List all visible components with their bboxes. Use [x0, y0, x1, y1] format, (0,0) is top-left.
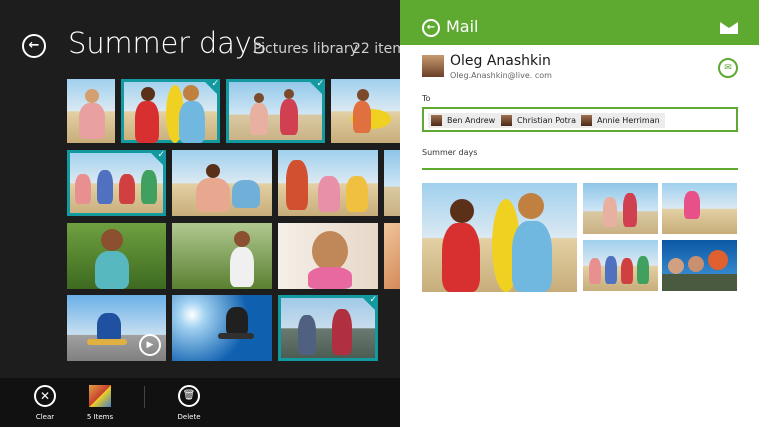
photo-tile[interactable]	[67, 79, 115, 143]
mail-title: Mail	[446, 17, 479, 36]
app-bar: ✕ Clear 5 Items 🗑 Delete	[0, 378, 400, 427]
sender-email: Oleg.Anashkin@live. com	[450, 71, 552, 80]
send-button[interactable]: ✉	[718, 58, 738, 78]
recipient-name: Christian Potra	[517, 116, 576, 125]
clear-icon: ✕	[34, 385, 56, 407]
send-icon: ✉	[724, 63, 732, 73]
recipient-name: Annie Herriman	[597, 116, 660, 125]
library-name: Pictures library	[253, 41, 358, 57]
play-icon[interactable]: ▶	[139, 334, 161, 356]
selected-items-button[interactable]: 5 Items	[70, 385, 130, 421]
photo-tile[interactable]	[172, 150, 272, 216]
checkmark-icon: ✓	[360, 295, 378, 313]
photo-tile[interactable]: ✓	[67, 150, 166, 216]
recipient-chip[interactable]: Christian Potra	[498, 113, 581, 128]
checkmark-icon: ✓	[148, 150, 166, 168]
subject-field[interactable]: Summer days	[422, 148, 477, 157]
attachment-thumbnail[interactable]	[662, 183, 737, 234]
photos-app: ← Summer days Pictures library 22 items …	[0, 0, 400, 427]
photo-tile[interactable]: ✓	[278, 295, 378, 361]
to-field[interactable]: Ben Andrew Christian Potra Annie Herrima…	[422, 107, 738, 132]
checkmark-icon: ✓	[307, 79, 325, 97]
photo-tile[interactable]	[172, 295, 272, 361]
photo-tile[interactable]	[172, 223, 272, 289]
recipient-chip[interactable]: Ben Andrew	[428, 113, 501, 128]
photo-tile[interactable]	[67, 223, 166, 289]
delete-label: Delete	[177, 413, 201, 421]
mail-header: ← Mail	[400, 0, 759, 45]
back-button[interactable]: ←	[22, 34, 46, 58]
back-arrow-icon: ←	[426, 22, 436, 33]
mail-share-pane: ← Mail Oleg Anashkin Oleg.Anashkin@live.…	[400, 0, 759, 427]
clear-button[interactable]: ✕ Clear	[15, 385, 75, 421]
sender-name: Oleg Anashkin	[450, 53, 551, 69]
checkmark-icon: ✓	[202, 79, 220, 97]
video-tile[interactable]: ▶	[67, 295, 166, 361]
attachment-thumbnail[interactable]	[422, 183, 577, 292]
album-title: Summer days	[68, 26, 267, 60]
photo-tile[interactable]: ✓	[121, 79, 220, 143]
attachment-thumbnail[interactable]	[583, 240, 658, 291]
photo-tile[interactable]	[331, 79, 400, 143]
avatar	[581, 115, 592, 126]
appbar-divider	[144, 386, 145, 408]
photo-tile[interactable]	[384, 150, 400, 216]
attachment-thumbnail[interactable]	[662, 240, 737, 291]
attachment-thumbnail[interactable]	[583, 183, 658, 234]
recipient-name: Ben Andrew	[447, 116, 496, 125]
photo-tile[interactable]	[278, 150, 378, 216]
item-count: 22 items	[352, 41, 400, 57]
avatar	[501, 115, 512, 126]
trash-icon: 🗑	[178, 385, 200, 407]
photo-tile[interactable]	[278, 223, 378, 289]
delete-button[interactable]: 🗑 Delete	[159, 385, 219, 421]
envelope-icon	[720, 22, 738, 34]
photo-tile[interactable]: ✓	[226, 79, 325, 143]
selection-thumbnail	[89, 385, 111, 407]
photo-tile[interactable]	[384, 223, 400, 289]
avatar	[422, 55, 444, 77]
back-arrow-icon: ←	[28, 38, 40, 53]
to-label: To	[422, 94, 431, 103]
recipient-chip[interactable]: Annie Herriman	[578, 113, 665, 128]
avatar	[431, 115, 442, 126]
selected-items-label: 5 Items	[86, 413, 114, 421]
clear-label: Clear	[35, 413, 55, 421]
mail-back-button[interactable]: ←	[422, 19, 440, 37]
subject-underline	[422, 168, 738, 170]
